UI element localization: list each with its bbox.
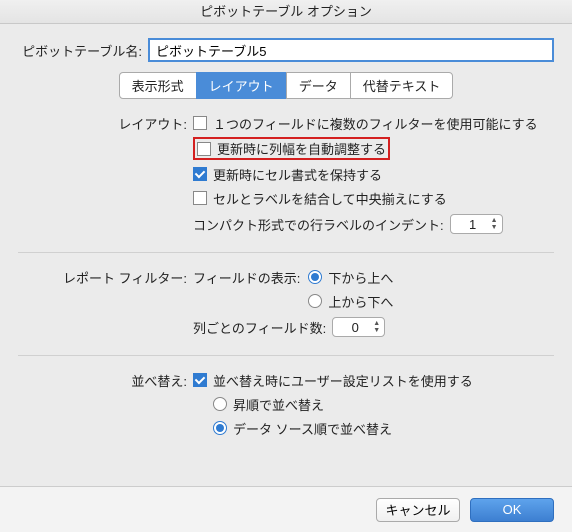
table-name-input[interactable] [148, 38, 554, 62]
ok-button[interactable]: OK [470, 498, 554, 522]
checkbox-use-custom-lists-label: 並べ替え時にユーザー設定リストを使用する [213, 371, 473, 390]
layout-section-label: レイアウト: [18, 113, 193, 238]
sort-section-label: 並べ替え: [18, 370, 193, 442]
filter-section-label: レポート フィルター: [18, 267, 193, 341]
table-name-label: ピボットテーブル名: [18, 41, 148, 60]
tab-alt-text[interactable]: 代替テキスト [350, 72, 454, 99]
field-display-label: フィールドの表示: [193, 268, 300, 287]
fields-per-column-label: 列ごとのフィールド数: [193, 318, 326, 337]
radio-sort-ascending-label: 昇順で並べ替え [233, 395, 324, 414]
window-title: ピボットテーブル オプション [0, 0, 572, 24]
checkbox-preserve-formatting-label: 更新時にセル書式を保持する [213, 165, 382, 184]
tab-display[interactable]: 表示形式 [119, 72, 197, 99]
checkbox-merge-labels[interactable] [193, 191, 207, 205]
highlighted-option: 更新時に列幅を自動調整する [193, 137, 390, 160]
stepper-arrows-icon: ▲▼ [491, 217, 498, 231]
radio-sort-data-source[interactable] [213, 421, 227, 435]
checkbox-multiple-filters-label: １つのフィールドに複数のフィルターを使用可能にする [213, 114, 538, 133]
fields-per-column-value: 0 [343, 320, 367, 335]
fields-per-column-stepper[interactable]: 0 ▲▼ [332, 317, 385, 337]
checkbox-merge-labels-label: セルとラベルを結合して中央揃えにする [213, 189, 447, 208]
compact-indent-label: コンパクト形式での行ラベルのインデント: [193, 215, 444, 234]
radio-sort-data-source-label: データ ソース順で並べ替え [233, 419, 392, 438]
radio-sort-ascending[interactable] [213, 397, 227, 411]
divider [18, 355, 554, 356]
compact-indent-value: 1 [461, 217, 485, 232]
checkbox-multiple-filters[interactable] [193, 116, 207, 130]
tab-data[interactable]: データ [286, 72, 351, 99]
radio-bottom-to-top-label: 下から上へ [328, 268, 393, 287]
radio-top-to-bottom[interactable] [308, 294, 322, 308]
radio-top-to-bottom-label: 上から下へ [328, 292, 393, 311]
radio-bottom-to-top[interactable] [308, 270, 322, 284]
tab-layout[interactable]: レイアウト [196, 72, 287, 99]
tab-bar: 表示形式 レイアウト データ 代替テキスト [18, 72, 554, 99]
compact-indent-stepper[interactable]: 1 ▲▼ [450, 214, 503, 234]
checkbox-autofit-columns[interactable] [197, 142, 211, 156]
checkbox-preserve-formatting[interactable] [193, 167, 207, 181]
cancel-button[interactable]: キャンセル [376, 498, 460, 522]
dialog-footer: キャンセル OK [0, 486, 572, 532]
stepper-arrows-icon: ▲▼ [373, 320, 380, 334]
divider [18, 252, 554, 253]
checkbox-use-custom-lists[interactable] [193, 373, 207, 387]
checkbox-autofit-columns-label: 更新時に列幅を自動調整する [217, 139, 386, 158]
